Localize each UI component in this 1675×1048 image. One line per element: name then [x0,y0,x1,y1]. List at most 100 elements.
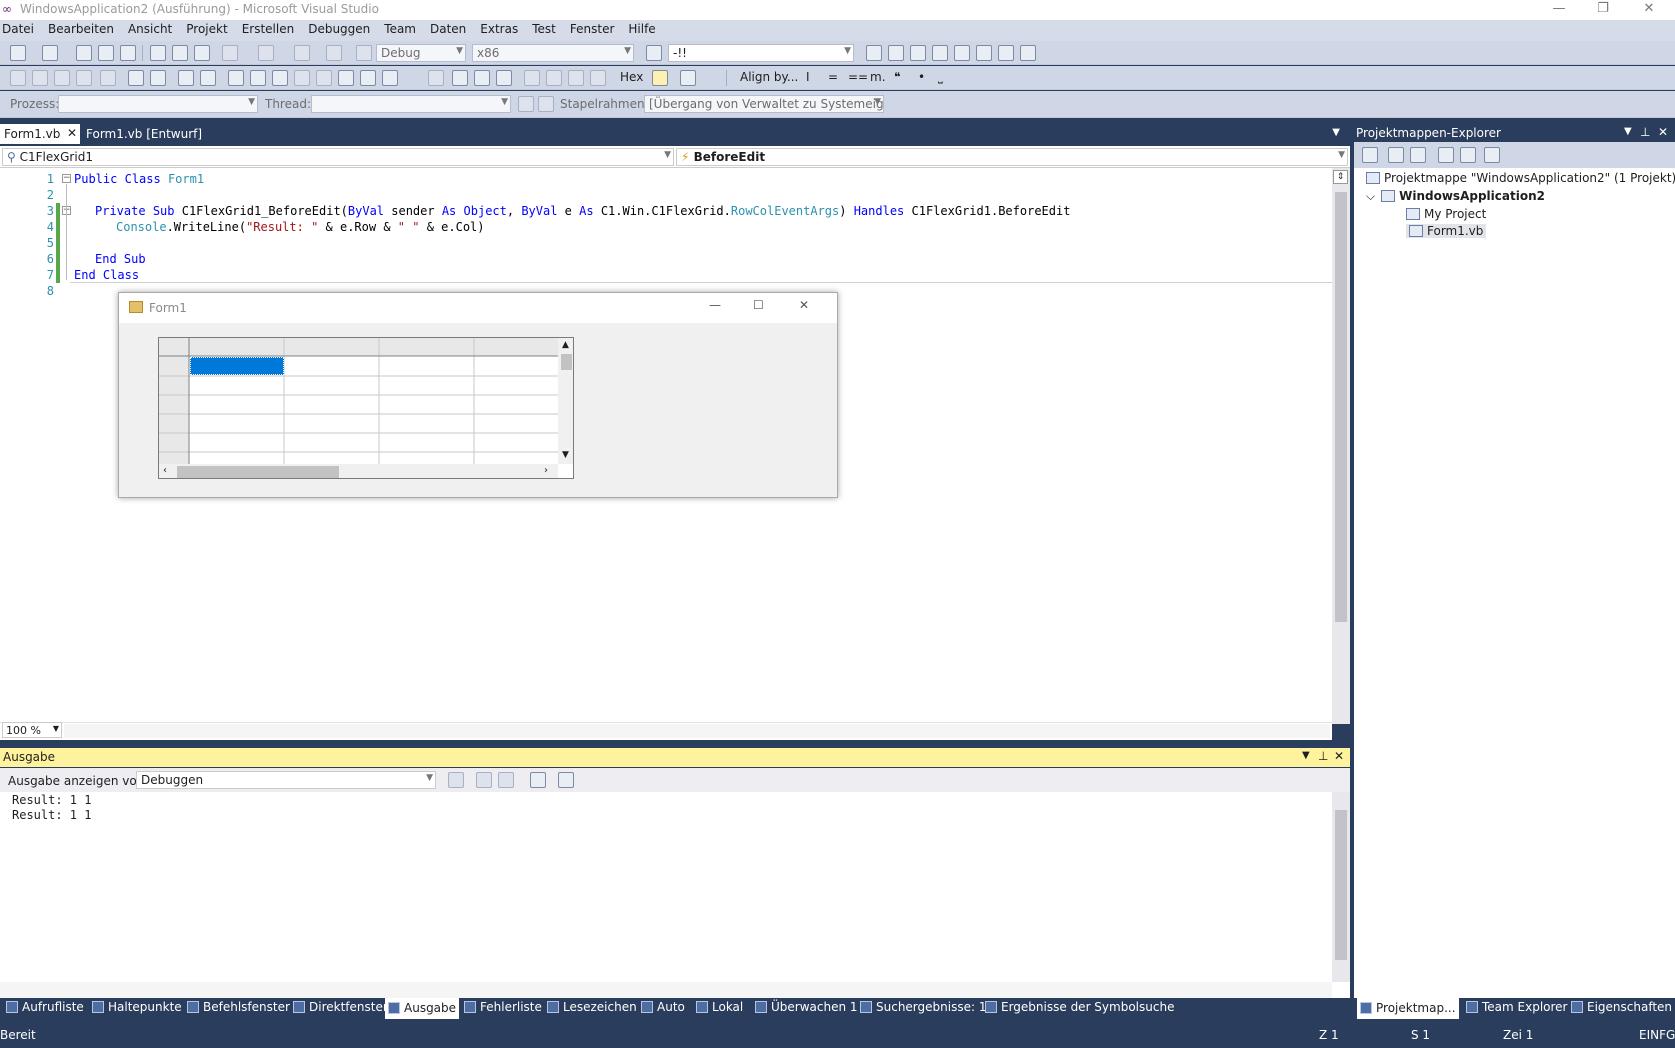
scroll-right-icon[interactable]: › [544,465,548,476]
indent-icon[interactable] [128,70,144,86]
navigate-forward-icon[interactable] [326,45,342,61]
highlight-icon[interactable] [652,70,668,86]
solution-node[interactable]: Projektmappe "WindowsApplication2" (1 Pr… [1366,171,1675,185]
panel-close-icon[interactable]: ✕ [1334,749,1344,763]
my-project-node[interactable]: My Project [1406,207,1486,221]
next-bookmark-icon[interactable] [272,70,288,86]
tools-icon[interactable] [954,45,970,61]
split-icon[interactable]: ⇕ [1333,170,1348,184]
minimize-icon[interactable]: — [1537,0,1581,20]
stop-icon[interactable] [474,70,490,86]
clear-bookmarks-icon[interactable] [382,70,398,86]
align-by-button[interactable]: Align by... [740,70,798,84]
step-over-icon[interactable] [568,70,584,86]
flag-threads-icon[interactable] [538,96,554,112]
selected-cell[interactable] [190,357,284,375]
close-tab-icon[interactable]: ✕ [67,126,77,140]
form1-vb-node[interactable]: Form1.vb [1406,224,1487,238]
tab-breakpoints[interactable]: Haltepunkte [92,1000,182,1014]
save-icon[interactable] [98,45,114,61]
redo-icon[interactable] [258,45,274,61]
paste-icon[interactable] [194,45,210,61]
copy-icon[interactable] [172,45,188,61]
hex-toggle[interactable]: Hex [620,70,643,84]
tab-watch-1[interactable]: Überwachen 1 [755,1000,858,1014]
output-source-select[interactable]: Debuggen ▼ [136,771,436,789]
outdent-icon[interactable] [150,70,166,86]
tab-list-icon[interactable]: ▼ [1332,127,1340,138]
toolbox-icon[interactable] [932,45,948,61]
tab-locals[interactable]: Lokal [696,1000,743,1014]
menu-erstellen[interactable]: Erstellen [235,20,302,36]
comment-icon[interactable] [178,70,194,86]
scroll-thumb[interactable] [1335,192,1347,622]
tab-form1-vb[interactable]: Form1.vb ✕ [0,124,80,144]
find-in-files-icon[interactable] [646,45,662,61]
configuration-select[interactable]: Debug ▼ [376,44,466,62]
continue-icon[interactable] [428,70,444,86]
restart-icon[interactable] [496,70,512,86]
form-close-icon[interactable]: ✕ [799,298,809,312]
grid-horizontal-scrollbar[interactable]: ‹ › [159,464,558,478]
prev-doc-bookmark-icon[interactable] [338,70,354,86]
tab-error-list[interactable]: Fehlerliste [464,1000,542,1014]
panel-dropdown-icon[interactable]: ▼ [1302,750,1310,761]
output-text-area[interactable]: Result: 1 1 Result: 1 1 [0,792,1350,998]
menu-debuggen[interactable]: Debuggen [301,20,377,36]
editor-vertical-scrollbar[interactable]: ⇕ [1332,168,1350,724]
output-horizontal-scrollbar[interactable] [0,982,1332,998]
show-next-statement-icon[interactable] [524,70,540,86]
step-into-icon[interactable] [546,70,562,86]
solution-explorer-icon[interactable] [866,45,882,61]
start-icon[interactable] [356,45,372,61]
output-scroll-thumb[interactable] [1335,810,1347,960]
font-icon[interactable] [76,70,92,86]
pause-icon[interactable] [452,70,468,86]
close-icon[interactable]: ✕ [1627,0,1671,20]
view-designer-icon[interactable] [1460,147,1476,163]
refresh-icon[interactable] [1410,147,1426,163]
object-browser-icon[interactable] [910,45,926,61]
type-select[interactable]: ⚲ C1FlexGrid1 ▼ [2,148,674,166]
tab-form1-designer[interactable]: Form1.vb [Entwurf] [82,124,206,144]
form-layout-icon[interactable] [10,70,26,86]
tab-team-explorer[interactable]: Team Explorer [1466,1000,1568,1014]
navigate-back-icon[interactable] [294,45,310,61]
pin-icon[interactable]: ⊥ [1318,749,1328,763]
zoom-select[interactable]: 100 % ▼ [2,722,62,738]
scroll-up-icon[interactable]: ▲ [562,340,569,350]
tab-bookmarks[interactable]: Lesezeichen [547,1000,637,1014]
cut-icon[interactable] [150,45,166,61]
menu-projekt[interactable]: Projekt [179,20,234,36]
menu-daten[interactable]: Daten [423,20,473,36]
form-maximize-icon[interactable]: ☐ [753,298,764,312]
start-page-icon[interactable] [976,45,992,61]
find-combo[interactable]: -!! ▼ [668,44,854,62]
outline-icon[interactable] [100,70,116,86]
align-quote-icon[interactable]: ❝ [894,70,900,84]
tab-solution-explorer[interactable]: Projektmap... [1357,998,1459,1019]
undo-icon[interactable] [222,45,238,61]
menu-extras[interactable]: Extras [473,20,525,36]
menu-bearbeiten[interactable]: Bearbeiten [41,20,121,36]
save-all-icon[interactable] [120,45,136,61]
properties-icon[interactable] [1362,147,1378,163]
breakpoint-icon[interactable] [680,70,696,86]
next-doc-bookmark-icon[interactable] [360,70,376,86]
tab-search-results[interactable]: Suchergebnisse: 1 [860,1000,986,1014]
text-cursor-icon[interactable]: I [806,70,810,84]
menu-datei[interactable]: Datei [0,20,41,36]
step-out-icon[interactable] [590,70,606,86]
grid-vertical-scrollbar[interactable]: ▲ ▼ [558,338,573,464]
menu-fenster[interactable]: Fenster [563,20,622,36]
align-dot-icon[interactable]: • [918,70,925,84]
bookmark-icon[interactable] [228,70,244,86]
align-m-icon[interactable]: m. [870,70,886,84]
scroll-down-icon[interactable]: ▼ [562,450,569,460]
prev-bookmark-icon[interactable] [250,70,266,86]
find-message-icon[interactable] [448,772,464,788]
tab-autos[interactable]: Auto [641,1000,685,1014]
clear-all-icon[interactable] [530,772,546,788]
tab-immediate-window[interactable]: Direktfenster [293,1000,388,1014]
scroll-left-icon[interactable]: ‹ [163,465,167,476]
